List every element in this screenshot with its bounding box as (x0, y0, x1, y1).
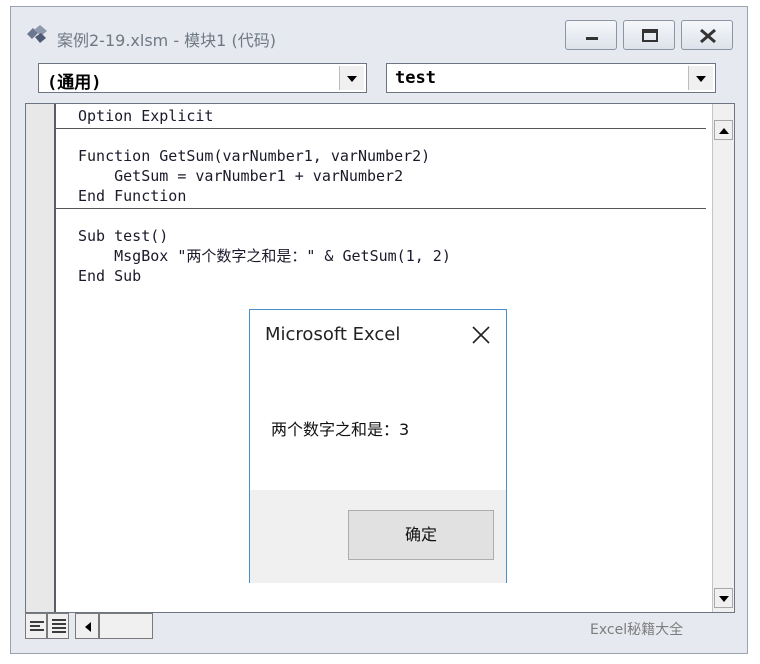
procedure-separator (56, 128, 706, 129)
ok-button[interactable]: 确定 (348, 510, 494, 560)
maximize-icon (642, 29, 658, 42)
chevron-down-icon (696, 76, 706, 82)
margin-indicator-bar[interactable] (26, 104, 56, 612)
procedure-separator (56, 208, 706, 209)
code-line: End Sub (78, 267, 142, 285)
arrow-left-icon (85, 622, 91, 632)
full-module-view-icon (52, 619, 66, 633)
vba-module-icon (27, 25, 47, 43)
dialog-title: Microsoft Excel (265, 324, 401, 345)
minimize-button[interactable] (565, 20, 617, 50)
scroll-left-button[interactable] (75, 613, 99, 639)
close-button[interactable] (681, 20, 733, 50)
watermark: Excel秘籍大全 (590, 622, 684, 638)
vertical-scrollbar[interactable] (712, 104, 734, 612)
code-line: End Function (78, 187, 187, 205)
code-line: Function GetSum(varNumber1, varNumber2) (78, 147, 431, 165)
code-line: GetSum = varNumber1 + varNumber2 (78, 167, 404, 185)
full-module-view-button[interactable] (47, 613, 69, 639)
object-combo-value: (通用) (47, 73, 102, 93)
dialog-footer: 确定 (250, 490, 506, 583)
close-icon[interactable] (470, 324, 492, 346)
object-combo-dropdown[interactable] (339, 66, 364, 90)
procedure-combo-dropdown[interactable] (688, 66, 713, 90)
procedure-view-icon (30, 621, 44, 631)
minimize-icon (586, 37, 598, 40)
procedure-view-button[interactable] (25, 613, 47, 639)
window-title: 案例2-19.xlsm - 模块1 (代码) (57, 31, 276, 50)
maximize-button[interactable] (623, 20, 675, 50)
arrow-up-icon (719, 128, 729, 134)
scroll-down-button[interactable] (714, 588, 733, 608)
arrow-down-icon (719, 596, 729, 602)
chevron-down-icon (347, 76, 357, 82)
procedure-combo-value: test (395, 68, 436, 88)
code-line: Option Explicit (78, 107, 214, 125)
view-buttons-bar (25, 611, 153, 641)
close-icon (700, 28, 716, 44)
scroll-up-button[interactable] (714, 120, 733, 140)
code-line: Sub test() (78, 227, 169, 245)
dialog-message: 两个数字之和是：3 (271, 420, 410, 439)
msgbox-dialog: Microsoft Excel 两个数字之和是：3 确定 (249, 309, 507, 583)
title-bar: 案例2-19.xlsm - 模块1 (代码) (11, 7, 747, 57)
object-combo[interactable]: (通用) (38, 63, 367, 93)
horizontal-scrollbar[interactable] (99, 613, 153, 639)
code-line: MsgBox "两个数字之和是：" & GetSum(1, 2) (78, 247, 451, 265)
procedure-combo[interactable]: test (386, 63, 716, 93)
